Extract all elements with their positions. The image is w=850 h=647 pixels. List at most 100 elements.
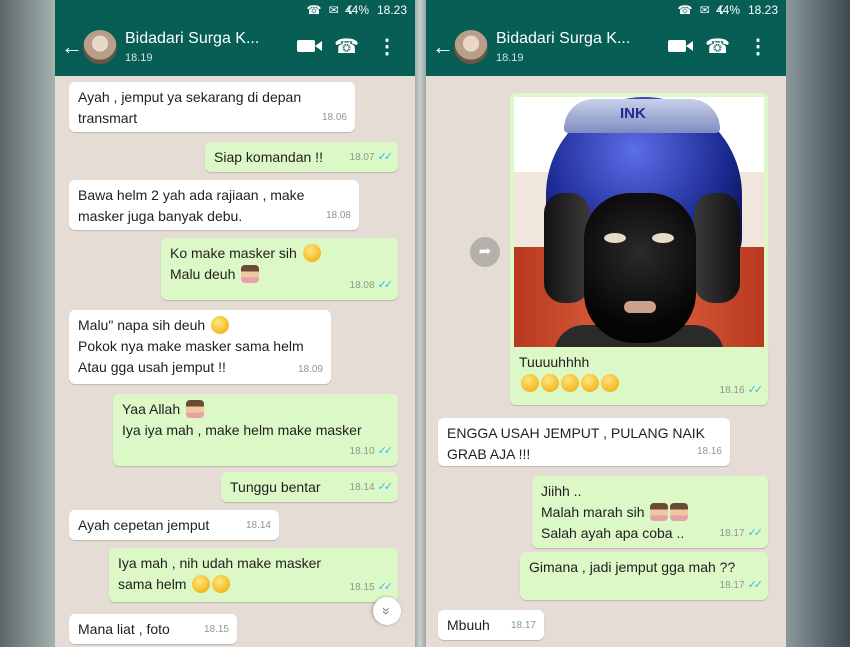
message-text: Yaa Allah [122,401,181,417]
photo-helmet-visor [564,99,720,133]
message-bubble[interactable]: Yaa Allah Iya iya mah , make helm make m… [113,394,398,466]
status-bar: ☎ ✉ ☇ 44% 18.23 [55,0,415,20]
photo-earpad [694,193,740,303]
message-bubble[interactable]: Malu" napa sih deuh Pokok nya make maske… [69,310,331,384]
battery-level: 44% [344,3,369,17]
contact-name[interactable]: Bidadari Surga K... [496,30,630,48]
message-text-line1: Malu" napa sih deuh [78,315,323,336]
message-bubble[interactable]: Ayah , jemput ya sekarang di depan trans… [69,82,355,132]
read-receipt-icon [378,481,390,493]
message-text-line1: Ko make masker sih [170,243,390,264]
unamused-emoji-icon [212,575,231,593]
forward-icon[interactable]: ➦ [470,237,500,267]
message-status: 18.08 [350,275,390,296]
message-time: 18.16 [696,446,722,457]
message-bubble[interactable]: Ko make masker sih Malu deuh 18.08 [161,238,398,300]
message-bubble[interactable]: Siap komandan !! 18.07 [205,142,398,172]
avatar[interactable] [454,30,488,64]
contact-name[interactable]: Bidadari Surga K... [125,30,259,48]
chat-header: ← Bidadari Surga K... 18.19 ☎ ⋮ [426,20,786,76]
unamused-emoji-icon [192,575,211,593]
message-bubble[interactable]: ENGGA USAH JEMPUT , PULANG NAIK GRAB AJA… [438,418,730,466]
read-receipt-icon [748,579,760,591]
phone-screen-right: ☎ ✉ ☇ 44% 18.23 ← Bidadari Surga K... 18… [426,0,786,647]
message-bubble[interactable]: Tuuuuhhhh 18.16 [510,347,768,405]
message-time: 18.09 [297,364,323,375]
weary-emoji-icon [211,316,230,334]
message-time: 18.06 [321,112,347,123]
facepalm-emoji-icon [186,400,205,418]
message-time: 18.14 [349,482,375,493]
message-status: 18.16 [720,380,760,401]
message-bubble[interactable]: Mbuuh 18.17 [438,610,544,640]
background-divider [414,0,426,647]
facepalm-emoji-icon [241,265,260,283]
photo-eye [604,233,626,243]
read-receipt-icon [378,279,390,291]
message-text: Malu deuh [170,266,236,282]
phone-screen-left: ☎ ✉ ☇ 44% 18.23 ← Bidadari Surga K... 18… [55,0,415,647]
read-receipt-icon [748,384,760,396]
message-time: 18.17 [510,620,536,631]
phone-call-icon[interactable]: ☎ [705,34,730,59]
message-bubble[interactable]: Mana liat , foto 18.15 [69,614,237,644]
video-call-icon[interactable] [297,40,322,52]
message-bubble[interactable]: Tunggu bentar 18.14 [221,472,398,502]
status-time: 18.23 [376,3,407,17]
message-time: 18.08 [325,210,351,221]
message-status: 18.10 [350,441,390,462]
avatar[interactable] [83,30,117,64]
more-options-icon[interactable]: ⋮ [748,34,768,59]
message-status: 18.17 [720,523,760,544]
message-text: Bawa helm 2 yah ada rajiaan , make maske… [78,187,305,224]
read-receipt-icon [748,527,760,539]
unamused-emoji-icon [521,374,539,392]
background-blur-left [0,0,55,647]
message-text: ENGGA USAH JEMPUT , PULANG NAIK GRAB AJA… [447,425,706,462]
message-time: 18.17 [719,528,745,539]
last-seen: 18.19 [125,52,153,64]
more-options-icon[interactable]: ⋮ [377,34,397,59]
message-bubble[interactable]: Gimana , jadi jemput gga mah ?? 18.17 [520,552,768,600]
message-bubble[interactable]: Ayah cepetan jemput 18.14 [69,510,279,540]
message-text: Jiihh .. Malah marah sih [541,483,645,520]
message-time: 18.07 [349,152,375,163]
facepalm-emoji-icon [650,503,669,521]
message-text: Ayah cepetan jemput [78,517,210,533]
message-time: 18.15 [349,582,375,593]
thinking-emoji-icon [302,244,321,262]
message-text: Tuuuuhhhh [519,354,590,370]
message-text: Ayah , jemput ya sekarang di depan trans… [78,89,302,126]
scroll-down-icon[interactable]: » [373,597,401,625]
read-receipt-icon [378,445,390,457]
message-status: 18.14 [350,477,390,498]
message-text: Pokok nya make masker sama helm Atau gga… [78,338,304,375]
message-time: 18.10 [349,446,375,457]
message-time: 18.08 [349,280,375,291]
video-call-icon[interactable] [668,40,693,52]
read-receipt-icon [378,581,390,593]
message-text-line1: Jiihh .. Malah marah sih [541,481,760,523]
back-arrow-icon[interactable]: ← [432,34,454,60]
photo-eye [652,233,674,243]
unamused-emoji-icon [601,374,619,392]
phone-call-icon[interactable]: ☎ [334,34,359,59]
read-receipt-icon [378,151,390,163]
message-bubble[interactable]: Bawa helm 2 yah ada rajiaan , make maske… [69,180,359,230]
message-text: Iya iya mah , make helm make masker [122,422,362,438]
last-seen: 18.19 [496,52,524,64]
helmet-mask-photo[interactable] [514,97,764,347]
facepalm-emoji-icon [670,503,689,521]
message-bubble[interactable]: Jiihh .. Malah marah sih Salah ayah apa … [532,476,768,548]
message-status: 18.15 [350,577,390,598]
unamused-emoji-icon [581,374,599,392]
message-text: Malu" napa sih deuh [78,317,206,333]
message-text-line1: Yaa Allah [122,399,390,420]
message-time: 18.14 [245,520,271,531]
photo-message[interactable] [510,93,768,347]
background-blur-right [785,0,850,647]
back-arrow-icon[interactable]: ← [61,34,83,60]
scroll-down-glyph: » [379,607,395,615]
message-time: 18.17 [719,580,745,591]
message-bubble[interactable]: Iya mah , nih udah make masker sama helm… [109,548,398,602]
